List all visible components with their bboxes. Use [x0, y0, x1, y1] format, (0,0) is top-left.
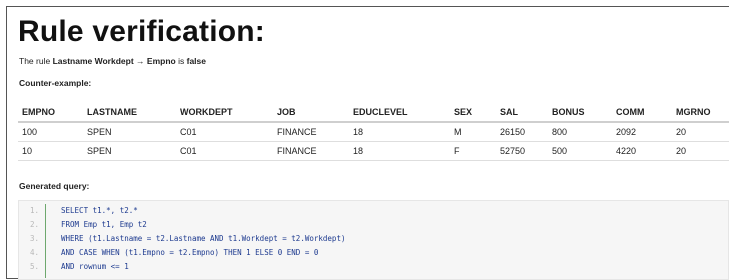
code-text: SELECT t1.*, t2.*	[61, 206, 138, 215]
column-header-lastname: LASTNAME	[83, 102, 176, 123]
line-number: 5.	[29, 262, 39, 271]
column-header-workdept: WORKDEPT	[176, 102, 273, 123]
line-number: 1.	[29, 206, 39, 215]
table-row: 10 SPEN C01 FINANCE 18 F 52750 500 4220 …	[18, 141, 729, 161]
column-header-job: JOB	[273, 102, 349, 123]
rule-arrow-icon: →	[136, 56, 145, 66]
rule-prefix: The rule	[19, 56, 51, 66]
code-line: 2. FROM Emp t1, Emp t2	[19, 218, 728, 232]
cell-bonus: 800	[548, 122, 612, 142]
code-text: AND rownum <= 1	[61, 262, 129, 271]
cell-educlevel: 18	[349, 122, 450, 142]
column-header-educlevel: EDUCLEVEL	[349, 102, 450, 123]
table-header-row: EMPNO LASTNAME WORKDEPT JOB EDUCLEVEL SE…	[18, 102, 729, 123]
rule-lhs: Lastname Workdept	[52, 56, 134, 66]
cell-job: FINANCE	[273, 122, 349, 142]
cell-job: FINANCE	[273, 141, 349, 161]
cell-sex: F	[450, 141, 496, 161]
cell-lastname: SPEN	[83, 122, 176, 142]
rule-rhs: Empno	[146, 56, 176, 66]
cell-empno: 100	[18, 122, 83, 142]
line-number: 3.	[29, 234, 39, 243]
generated-query-label: Generated query:	[19, 181, 90, 191]
code-line: 1. SELECT t1.*, t2.*	[19, 204, 728, 218]
cell-lastname: SPEN	[83, 141, 176, 161]
cell-educlevel: 18	[349, 141, 450, 161]
code-line: 4. AND CASE WHEN (t1.Empno = t2.Empno) T…	[19, 246, 728, 260]
code-text: AND CASE WHEN (t1.Empno = t2.Empno) THEN…	[61, 248, 319, 257]
cell-workdept: C01	[176, 141, 273, 161]
column-header-mgrno: MGRNO	[672, 102, 729, 123]
cell-comm: 2092	[612, 122, 672, 142]
column-header-comm: COMM	[612, 102, 672, 123]
table-row: 100 SPEN C01 FINANCE 18 M 26150 800 2092…	[18, 122, 729, 142]
code-text: WHERE (t1.Lastname = t2.Lastname AND t1.…	[61, 234, 346, 243]
rule-result: false	[186, 56, 206, 66]
code-line: 5. AND rownum <= 1	[19, 260, 728, 274]
line-number: 4.	[29, 248, 39, 257]
cell-workdept: C01	[176, 122, 273, 142]
verification-panel: Rule verification: The rule Lastname Wor…	[6, 6, 729, 280]
cell-comm: 4220	[612, 141, 672, 161]
page-title: Rule verification:	[18, 15, 265, 48]
cell-empno: 10	[18, 141, 83, 161]
cell-mgrno: 20	[672, 141, 729, 161]
rule-statement: The rule Lastname Workdept → Empno is fa…	[19, 56, 206, 66]
counter-example-table: EMPNO LASTNAME WORKDEPT JOB EDUCLEVEL SE…	[18, 102, 729, 161]
code-line: 3. WHERE (t1.Lastname = t2.Lastname AND …	[19, 232, 728, 246]
column-header-bonus: BONUS	[548, 102, 612, 123]
cell-sal: 52750	[496, 141, 548, 161]
column-header-sal: SAL	[496, 102, 548, 123]
rule-is: is	[178, 56, 185, 66]
code-text: FROM Emp t1, Emp t2	[61, 220, 147, 229]
column-header-sex: SEX	[450, 102, 496, 123]
counter-example-label: Counter-example:	[19, 78, 92, 88]
line-number: 2.	[29, 220, 39, 229]
column-header-empno: EMPNO	[18, 102, 83, 123]
cell-sex: M	[450, 122, 496, 142]
cell-mgrno: 20	[672, 122, 729, 142]
cell-sal: 26150	[496, 122, 548, 142]
generated-query-code[interactable]: 1. SELECT t1.*, t2.* 2. FROM Emp t1, Emp…	[18, 200, 729, 280]
cell-bonus: 500	[548, 141, 612, 161]
